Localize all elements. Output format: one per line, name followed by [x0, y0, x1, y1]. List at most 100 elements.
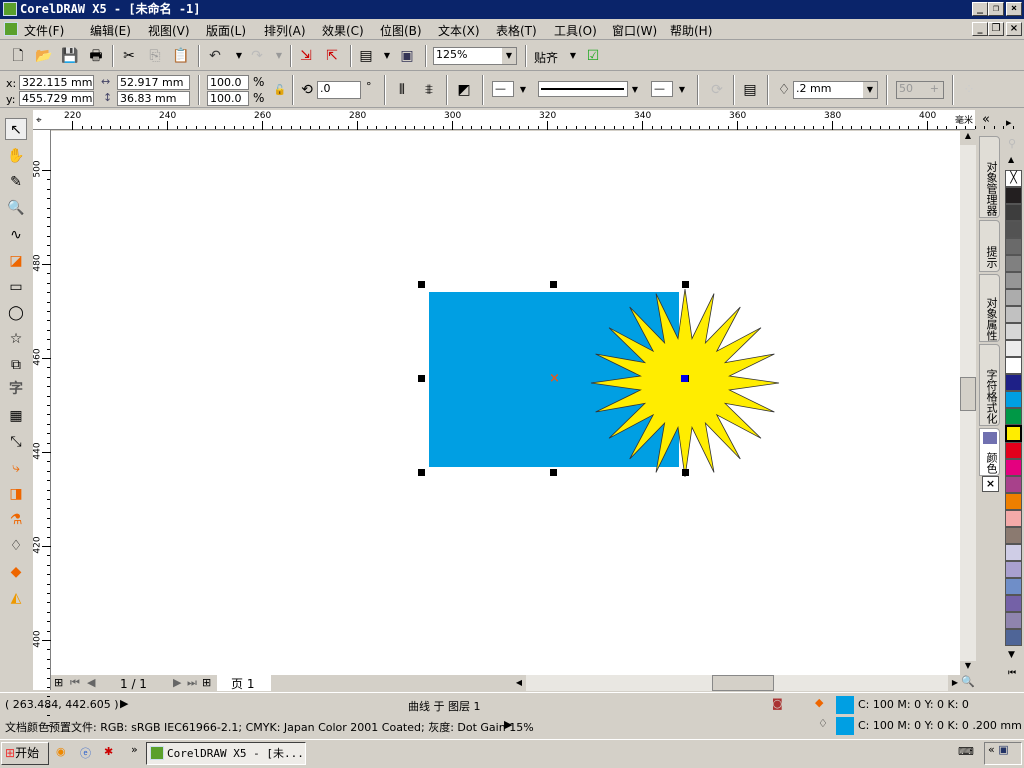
add-page-before-icon[interactable]: ⊞: [54, 676, 63, 689]
snap-to-button[interactable]: 贴齐: [534, 49, 558, 66]
fill-tool-icon[interactable]: ◆: [5, 561, 27, 583]
chevron-down-icon[interactable]: ▼: [502, 48, 516, 64]
menu-file[interactable]: 文件(F): [24, 22, 64, 39]
palette-swatch[interactable]: [1005, 629, 1022, 646]
mirror-horizontal-icon[interactable]: ⫴: [393, 81, 411, 99]
docker-tab-object-manager[interactable]: 对象管理器: [979, 136, 1000, 218]
table-tool-icon[interactable]: ▦: [5, 405, 27, 427]
palette-swatch[interactable]: [1005, 204, 1022, 221]
palette-swatch[interactable]: [1005, 408, 1022, 425]
paste-icon[interactable]: 📋: [172, 47, 190, 65]
palette-scroll-up-icon[interactable]: ▲: [1008, 155, 1014, 164]
save-icon[interactable]: 💾: [61, 47, 79, 65]
restore-button[interactable]: ❐: [988, 2, 1004, 16]
y-position-input[interactable]: 455.729 mm: [19, 91, 94, 106]
palette-eyedropper-icon[interactable]: ⚲: [1008, 137, 1016, 150]
outline-tool-icon[interactable]: ♢: [5, 535, 27, 557]
palette-menu-icon[interactable]: ▸: [1006, 116, 1012, 129]
menu-tools[interactable]: 工具(O): [554, 22, 597, 39]
vertical-ruler[interactable]: 500 480 460 440 420 400: [33, 130, 51, 726]
vertical-scroll-thumb[interactable]: [960, 377, 976, 411]
next-page-icon[interactable]: ▶: [173, 676, 181, 689]
scroll-down-icon[interactable]: ▼: [960, 661, 976, 675]
color-profile-info[interactable]: 文档颜色预置文件: RGB: sRGB IEC61966-2.1; CMYK: …: [5, 719, 534, 735]
cut-icon[interactable]: ✂: [120, 47, 138, 65]
height-input[interactable]: 36.83 mm: [117, 91, 190, 106]
palette-swatch[interactable]: [1005, 493, 1022, 510]
scroll-right-icon[interactable]: ▶: [948, 675, 962, 691]
snap-dropdown-icon[interactable]: ▼: [564, 47, 582, 65]
palette-swatch[interactable]: [1005, 391, 1022, 408]
zoom-tool-icon[interactable]: 🔍: [5, 197, 27, 219]
open-icon[interactable]: 📂: [35, 47, 53, 65]
application-launcher-icon[interactable]: ▤: [357, 47, 375, 65]
taskbar-coreldraw-button[interactable]: CorelDRAW X5 - [未...: [146, 742, 306, 765]
end-arrowhead-selector[interactable]: —: [651, 81, 673, 97]
menu-window[interactable]: 窗口(W): [612, 22, 657, 39]
palette-swatch[interactable]: [1005, 323, 1022, 340]
outline-color-swatch[interactable]: [836, 717, 854, 735]
palette-swatch[interactable]: [1005, 221, 1022, 238]
lock-ratio-icon[interactable]: 🔓: [271, 82, 289, 100]
undo-dropdown-icon[interactable]: ▼: [230, 47, 248, 65]
palette-swatch[interactable]: [1005, 187, 1022, 204]
profile-menu-icon[interactable]: ▶: [504, 718, 512, 731]
start-button[interactable]: ⊞开始: [1, 742, 49, 765]
connector-tool-icon[interactable]: ⤷: [5, 457, 27, 479]
interactive-fill-tool-icon[interactable]: ◭: [5, 587, 27, 609]
palette-swatch[interactable]: [1005, 442, 1022, 459]
polygon-tool-icon[interactable]: ☆: [5, 328, 27, 350]
import-icon[interactable]: ⇲: [297, 47, 315, 65]
menu-text[interactable]: 文本(X): [438, 22, 480, 39]
palette-swatch[interactable]: [1005, 476, 1022, 493]
horizontal-scroll-thumb[interactable]: [712, 675, 774, 691]
width-input[interactable]: 52.917 mm: [117, 75, 190, 90]
crop-tool-icon[interactable]: ✎: [5, 171, 27, 193]
doc-restore-button[interactable]: ❐: [988, 22, 1004, 36]
previous-page-icon[interactable]: ◀: [87, 676, 95, 689]
redo-dropdown-icon[interactable]: ▼: [270, 47, 288, 65]
palette-swatch[interactable]: [1005, 289, 1022, 306]
pick-tool-icon[interactable]: ↖: [5, 118, 27, 140]
expand-docker-icon[interactable]: «: [982, 112, 990, 127]
selection-handle[interactable]: [418, 281, 425, 288]
ellipse-tool-icon[interactable]: ◯: [5, 302, 27, 324]
welcome-screen-icon[interactable]: ▣: [398, 47, 416, 65]
launcher-dropdown-icon[interactable]: ▼: [378, 47, 396, 65]
rotation-center-icon[interactable]: ×: [549, 371, 560, 386]
dimension-tool-icon[interactable]: ⤡: [5, 431, 27, 453]
palette-swatch[interactable]: [1005, 238, 1022, 255]
add-page-after-icon[interactable]: ⊞: [202, 676, 211, 689]
page-tab-1[interactable]: 页 1: [217, 675, 271, 691]
selection-handle[interactable]: [550, 469, 557, 476]
quicklaunch-app-icon[interactable]: ✱: [104, 745, 113, 758]
palette-swatch[interactable]: [1005, 425, 1022, 442]
export-icon[interactable]: ⇱: [323, 47, 341, 65]
palette-swatch[interactable]: [1005, 510, 1022, 527]
docker-tab-character-formatting[interactable]: 字符格式化: [979, 344, 1000, 426]
coords-menu-icon[interactable]: ▶: [120, 697, 128, 710]
eyedropper-tool-icon[interactable]: ⚗: [5, 509, 27, 531]
scroll-left-icon[interactable]: ◀: [512, 675, 526, 691]
no-color-swatch[interactable]: ╳: [1005, 170, 1022, 187]
palette-swatch[interactable]: [1005, 544, 1022, 561]
options-checklist-icon[interactable]: ☑: [584, 47, 602, 65]
start-arrowhead-selector[interactable]: —: [492, 81, 514, 97]
minimize-button[interactable]: _: [972, 2, 988, 16]
smoothness-icon[interactable]: ⁘: [960, 81, 978, 99]
keyboard-icon[interactable]: ⌨: [958, 745, 974, 758]
close-curve-icon[interactable]: ⟳: [708, 81, 726, 99]
browser-icon[interactable]: ⓔ: [80, 745, 91, 761]
print-icon[interactable]: 🖶: [87, 47, 105, 65]
smart-fill-tool-icon[interactable]: ◪: [5, 250, 27, 272]
rotation-angle-input[interactable]: .0: [317, 81, 361, 99]
chevron-down-icon[interactable]: ▼: [514, 81, 532, 99]
x-position-input[interactable]: 322.115 mm: [19, 75, 94, 90]
palette-swatch[interactable]: [1005, 612, 1022, 629]
close-button[interactable]: ×: [1006, 2, 1022, 16]
first-page-icon[interactable]: ⏮: [70, 676, 80, 690]
blend-tool-icon[interactable]: ◨: [5, 483, 27, 505]
fill-color-swatch[interactable]: [836, 696, 854, 714]
zoom-level-combo[interactable]: 125% ▼: [433, 47, 517, 65]
horizontal-scrollbar[interactable]: ◀ ▶: [512, 675, 962, 691]
